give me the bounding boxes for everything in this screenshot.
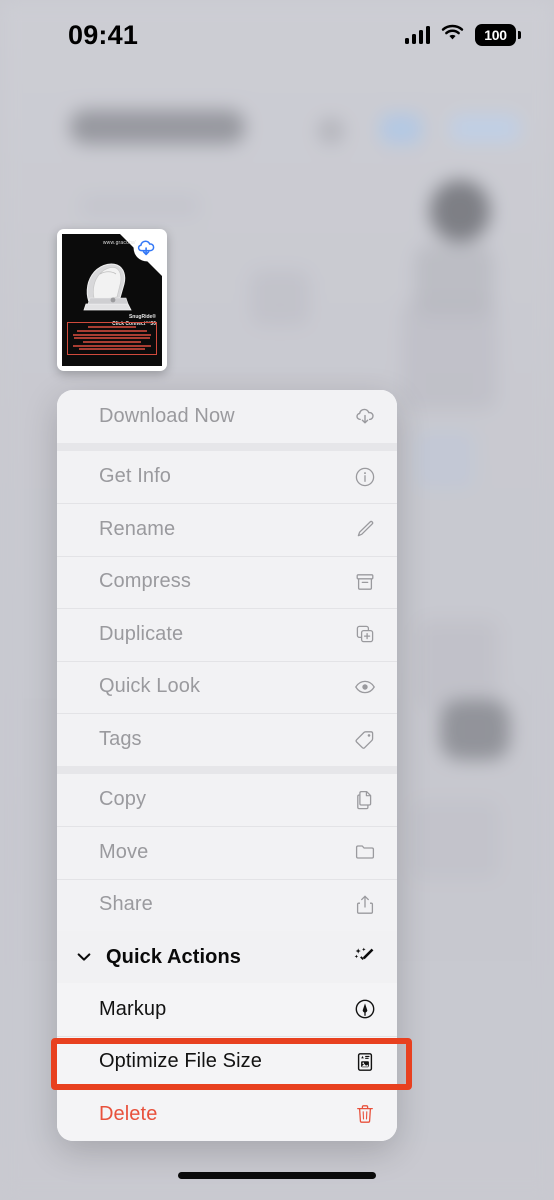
menu-item-label: Rename (99, 517, 176, 540)
menu-item-label: Share (99, 893, 153, 916)
copy-documents-icon (353, 788, 377, 812)
menu-item-label: Copy (99, 788, 147, 811)
duplicate-icon (353, 622, 377, 646)
menu-item-tags[interactable]: Tags (57, 713, 397, 766)
menu-separator-gap (57, 765, 397, 774)
document-warning-block (67, 321, 157, 355)
battery-percent-label: 100 (484, 27, 507, 43)
menu-group-file: Get Info Rename Compress Duplicate Quick… (57, 450, 397, 766)
context-menu: Download Now Get Info Rename Compress Du… (57, 390, 397, 1141)
signal-bars-icon (404, 26, 430, 44)
archive-box-icon (353, 570, 377, 594)
optimize-document-icon (353, 1050, 377, 1074)
menu-item-get-info[interactable]: Get Info (57, 450, 397, 503)
menu-item-label: Markup (99, 997, 167, 1020)
document-footer-text (68, 360, 156, 363)
tag-icon (353, 727, 377, 751)
phone-screen: 09:41 100 www.gracobaby.com SnugRide® Cl… (0, 0, 554, 1200)
menu-item-label: Download Now (99, 404, 235, 427)
menu-group-quick-actions: Quick Actions Markup Optimize File Size … (57, 931, 397, 1141)
info-circle-icon (353, 465, 377, 489)
quick-actions-header-left: Quick Actions (75, 946, 241, 969)
menu-item-delete[interactable]: Delete (57, 1088, 397, 1141)
menu-item-optimize-file-size[interactable]: Optimize File Size (57, 1035, 397, 1088)
menu-item-download-now[interactable]: Download Now (57, 390, 397, 443)
status-bar: 09:41 100 (0, 0, 554, 70)
menu-item-label: Get Info (99, 465, 171, 488)
car-seat-illustration (83, 263, 132, 311)
menu-item-move[interactable]: Move (57, 826, 397, 879)
menu-item-label: Tags (99, 727, 142, 750)
menu-item-label: Duplicate (99, 622, 184, 645)
status-bar-time: 09:41 (68, 19, 139, 50)
battery-full-icon: 100 (475, 24, 521, 46)
chevron-down-icon (75, 948, 93, 966)
file-thumbnail[interactable]: www.gracobaby.com SnugRide® Click Connec… (57, 229, 167, 371)
menu-item-duplicate[interactable]: Duplicate (57, 608, 397, 661)
menu-item-share[interactable]: Share (57, 878, 397, 931)
menu-item-label: Optimize File Size (99, 1050, 262, 1073)
menu-item-copy[interactable]: Copy (57, 773, 397, 826)
wifi-icon (441, 24, 464, 47)
menu-item-label: Move (99, 840, 149, 863)
home-indicator[interactable] (178, 1172, 376, 1179)
menu-item-label: Delete (99, 1102, 158, 1125)
eye-icon (353, 675, 377, 699)
quick-actions-header[interactable]: Quick Actions (57, 931, 397, 983)
menu-separator-gap (57, 442, 397, 451)
icloud-download-icon[interactable] (133, 234, 161, 262)
menu-item-compress[interactable]: Compress (57, 555, 397, 608)
menu-item-quick-look[interactable]: Quick Look (57, 660, 397, 713)
menu-group-download: Download Now (57, 390, 397, 443)
thumbnail-card: www.gracobaby.com SnugRide® Click Connec… (57, 229, 167, 371)
pencil-icon (353, 517, 377, 541)
menu-group-transfer: Copy Move Share (57, 773, 397, 931)
folder-icon (353, 840, 377, 864)
menu-item-markup[interactable]: Markup (57, 983, 397, 1036)
markup-pen-circle-icon (353, 997, 377, 1021)
share-up-arrow-icon (353, 893, 377, 917)
magic-wand-sparkles-icon (353, 945, 377, 969)
quick-actions-title: Quick Actions (106, 945, 242, 968)
menu-item-label: Compress (99, 570, 191, 593)
icloud-download-icon (353, 404, 377, 428)
menu-item-label: Quick Look (99, 675, 201, 698)
trash-icon (353, 1102, 377, 1126)
menu-item-rename[interactable]: Rename (57, 503, 397, 556)
status-bar-indicators: 100 (404, 24, 521, 47)
